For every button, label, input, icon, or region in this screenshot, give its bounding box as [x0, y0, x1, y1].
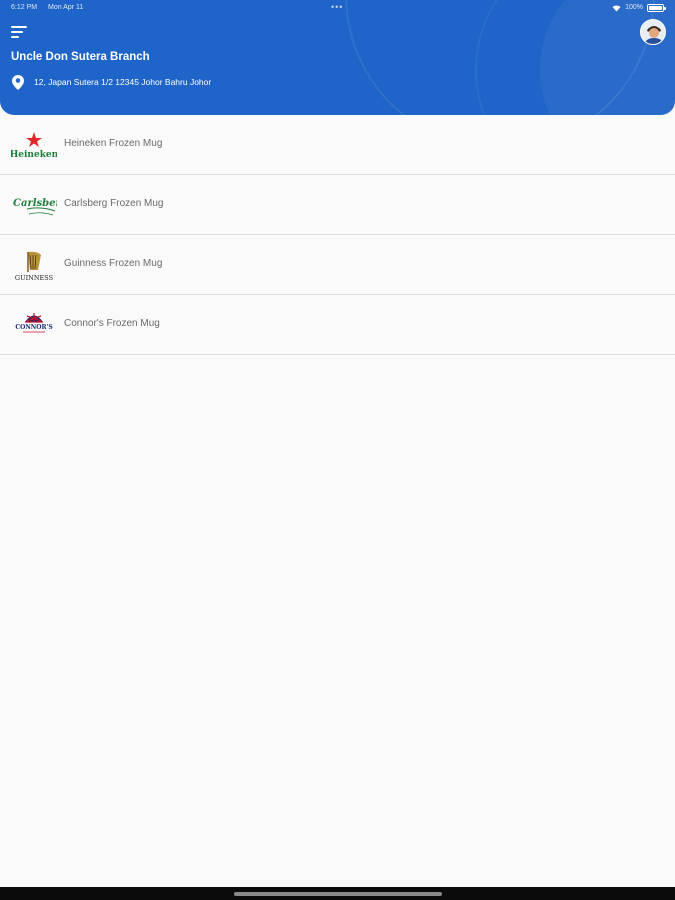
list-item-guinness[interactable]: GUINNESS Guinness Frozen Mug: [0, 235, 675, 295]
header-decoration: [475, 0, 675, 115]
multitasking-dots: •••: [331, 2, 344, 12]
status-bar: 6:12 PM Mon Apr 11 ••• 100%: [0, 0, 675, 16]
svg-text:GUINNESS: GUINNESS: [15, 274, 53, 282]
header: 6:12 PM Mon Apr 11 ••• 100% Uncle Don Su…: [0, 0, 675, 115]
carlsberg-logo-icon: Carlsberg: [13, 198, 57, 216]
product-label: Carlsberg Frozen Mug: [64, 198, 164, 209]
app-screen: 6:12 PM Mon Apr 11 ••• 100% Uncle Don Su…: [0, 0, 675, 900]
branch-title: Uncle Don Sutera Branch: [11, 51, 150, 63]
home-indicator[interactable]: [234, 892, 442, 896]
battery-percent: 100%: [625, 4, 643, 11]
bottom-bar: [0, 887, 675, 900]
user-avatar[interactable]: [640, 19, 666, 45]
battery-icon: [647, 4, 666, 12]
product-list: Heineken Heineken Frozen Mug Carlsberg C…: [0, 115, 675, 355]
connors-logo-icon: CONNOR'S: [15, 313, 53, 333]
svg-text:Carlsberg: Carlsberg: [13, 198, 57, 209]
location-pin-icon: [12, 74, 24, 90]
svg-text:Heineken: Heineken: [11, 150, 57, 160]
branch-address: 12, Japan Sutera 1/2 12345 Johor Bahru J…: [34, 77, 212, 87]
list-item-connors[interactable]: CONNOR'S Connor's Frozen Mug: [0, 295, 675, 355]
list-item-carlsberg[interactable]: Carlsberg Carlsberg Frozen Mug: [0, 175, 675, 235]
address-row: 12, Japan Sutera 1/2 12345 Johor Bahru J…: [12, 73, 211, 91]
product-label: Guinness Frozen Mug: [64, 258, 163, 269]
status-time: 6:12 PM: [11, 4, 38, 11]
product-label: Heineken Frozen Mug: [64, 138, 163, 149]
heineken-logo-icon: Heineken: [11, 132, 57, 160]
product-label: Connor's Frozen Mug: [64, 318, 160, 329]
status-right: 100%: [612, 0, 666, 16]
svg-text:CONNOR'S: CONNOR'S: [15, 324, 52, 331]
guinness-logo-icon: GUINNESS: [15, 251, 53, 282]
status-date: Mon Apr 11: [48, 4, 84, 11]
list-item-heineken[interactable]: Heineken Heineken Frozen Mug: [0, 115, 675, 175]
wifi-icon: [612, 4, 621, 11]
menu-icon[interactable]: [11, 26, 27, 38]
